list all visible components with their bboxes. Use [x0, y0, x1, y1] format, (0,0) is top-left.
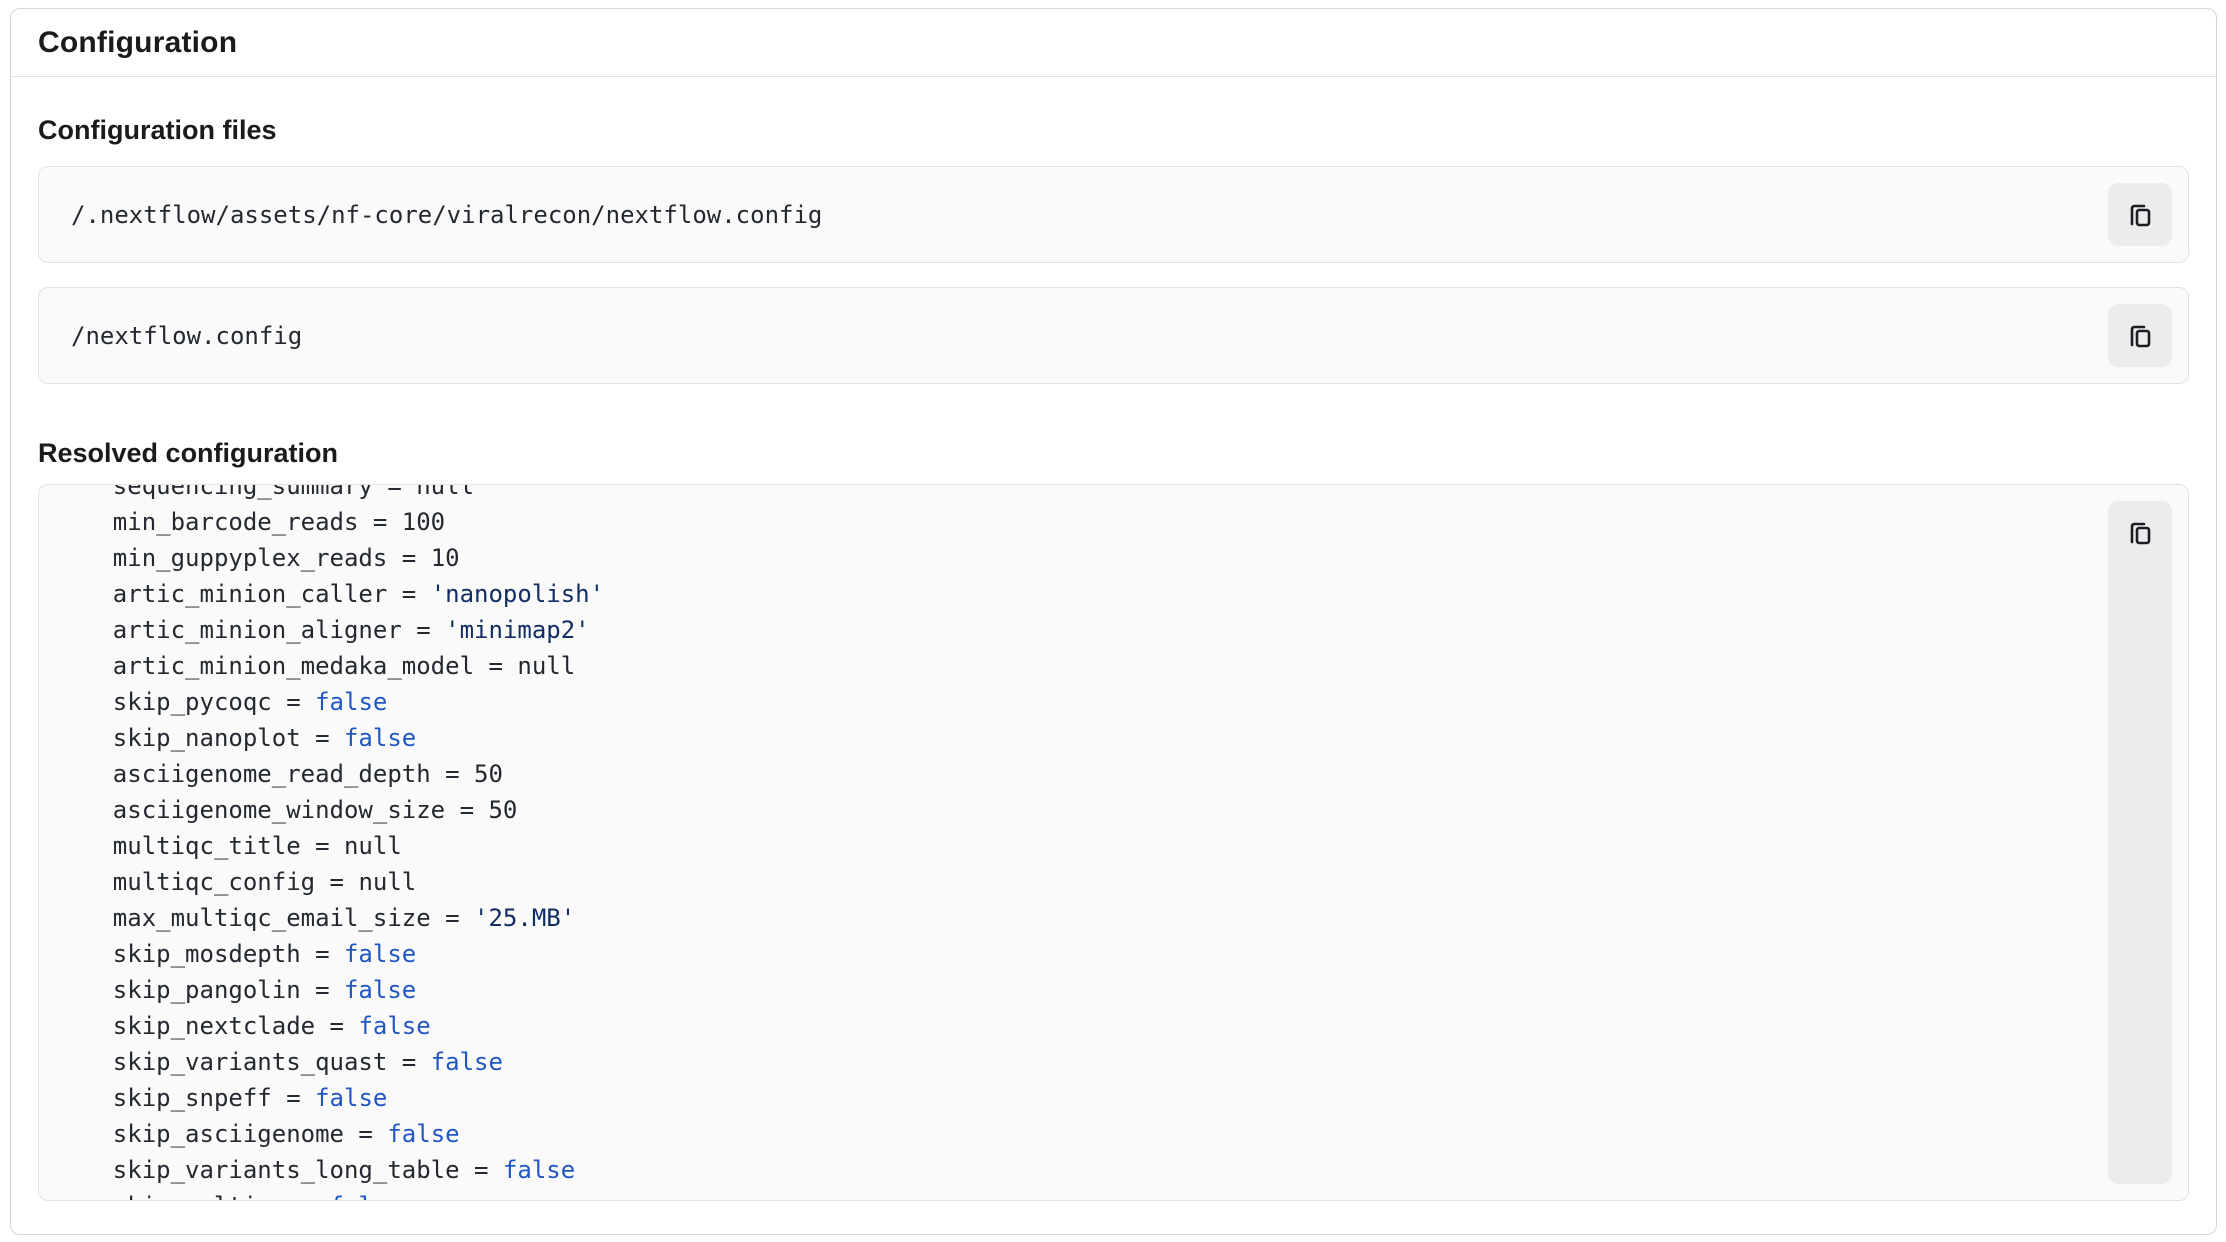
copy-icon	[2124, 199, 2156, 231]
card-body: Configuration files /.nextflow/assets/nf…	[11, 115, 2216, 1201]
config-line: asciigenome_window_size = 50	[55, 792, 2188, 828]
config-file-box: /.nextflow/assets/nf-core/viralrecon/nex…	[38, 166, 2189, 263]
copy-icon	[2124, 517, 2156, 549]
copy-button[interactable]	[2108, 501, 2172, 1184]
config-line: multiqc_title = null	[55, 828, 2188, 864]
copy-icon	[2124, 320, 2156, 352]
config-line: skip_pycoqc = false	[55, 684, 2188, 720]
config-line: skip_snpeff = false	[55, 1080, 2188, 1116]
config-line: artic_minion_caller = 'nanopolish'	[55, 576, 2188, 612]
config-line: min_barcode_reads = 100	[55, 504, 2188, 540]
config-line: skip_asciigenome = false	[55, 1116, 2188, 1152]
config-line: skip_mosdepth = false	[55, 936, 2188, 972]
config-line: max_multiqc_email_size = '25.MB'	[55, 900, 2188, 936]
config-file-path: /.nextflow/assets/nf-core/viralrecon/nex…	[71, 201, 822, 229]
config-file-path: /nextflow.config	[71, 322, 302, 350]
config-line: sequencing_summary = null	[55, 484, 2188, 504]
configuration-files-heading: Configuration files	[38, 115, 2189, 146]
page-title: Configuration	[38, 26, 237, 60]
resolved-configuration-block[interactable]: sequencing_summary = null min_barcode_re…	[38, 484, 2189, 1201]
config-line: skip_nanoplot = false	[55, 720, 2188, 756]
resolved-configuration-heading: Resolved configuration	[38, 438, 2189, 469]
config-file-box: /nextflow.config	[38, 287, 2189, 384]
config-line: skip_multiqc = false	[55, 1188, 2188, 1201]
config-line: asciigenome_read_depth = 50	[55, 756, 2188, 792]
resolved-configuration-code: sequencing_summary = null min_barcode_re…	[39, 484, 2188, 1201]
config-line: skip_pangolin = false	[55, 972, 2188, 1008]
config-line: skip_nextclade = false	[55, 1008, 2188, 1044]
config-line: artic_minion_medaka_model = null	[55, 648, 2188, 684]
config-line: min_guppyplex_reads = 10	[55, 540, 2188, 576]
config-line: skip_variants_quast = false	[55, 1044, 2188, 1080]
config-line: artic_minion_aligner = 'minimap2'	[55, 612, 2188, 648]
config-line: multiqc_config = null	[55, 864, 2188, 900]
configuration-card: Configuration Configuration files /.next…	[10, 8, 2217, 1235]
config-line: skip_variants_long_table = false	[55, 1152, 2188, 1188]
copy-button[interactable]	[2108, 183, 2172, 246]
card-header: Configuration	[11, 9, 2216, 77]
copy-button[interactable]	[2108, 304, 2172, 367]
